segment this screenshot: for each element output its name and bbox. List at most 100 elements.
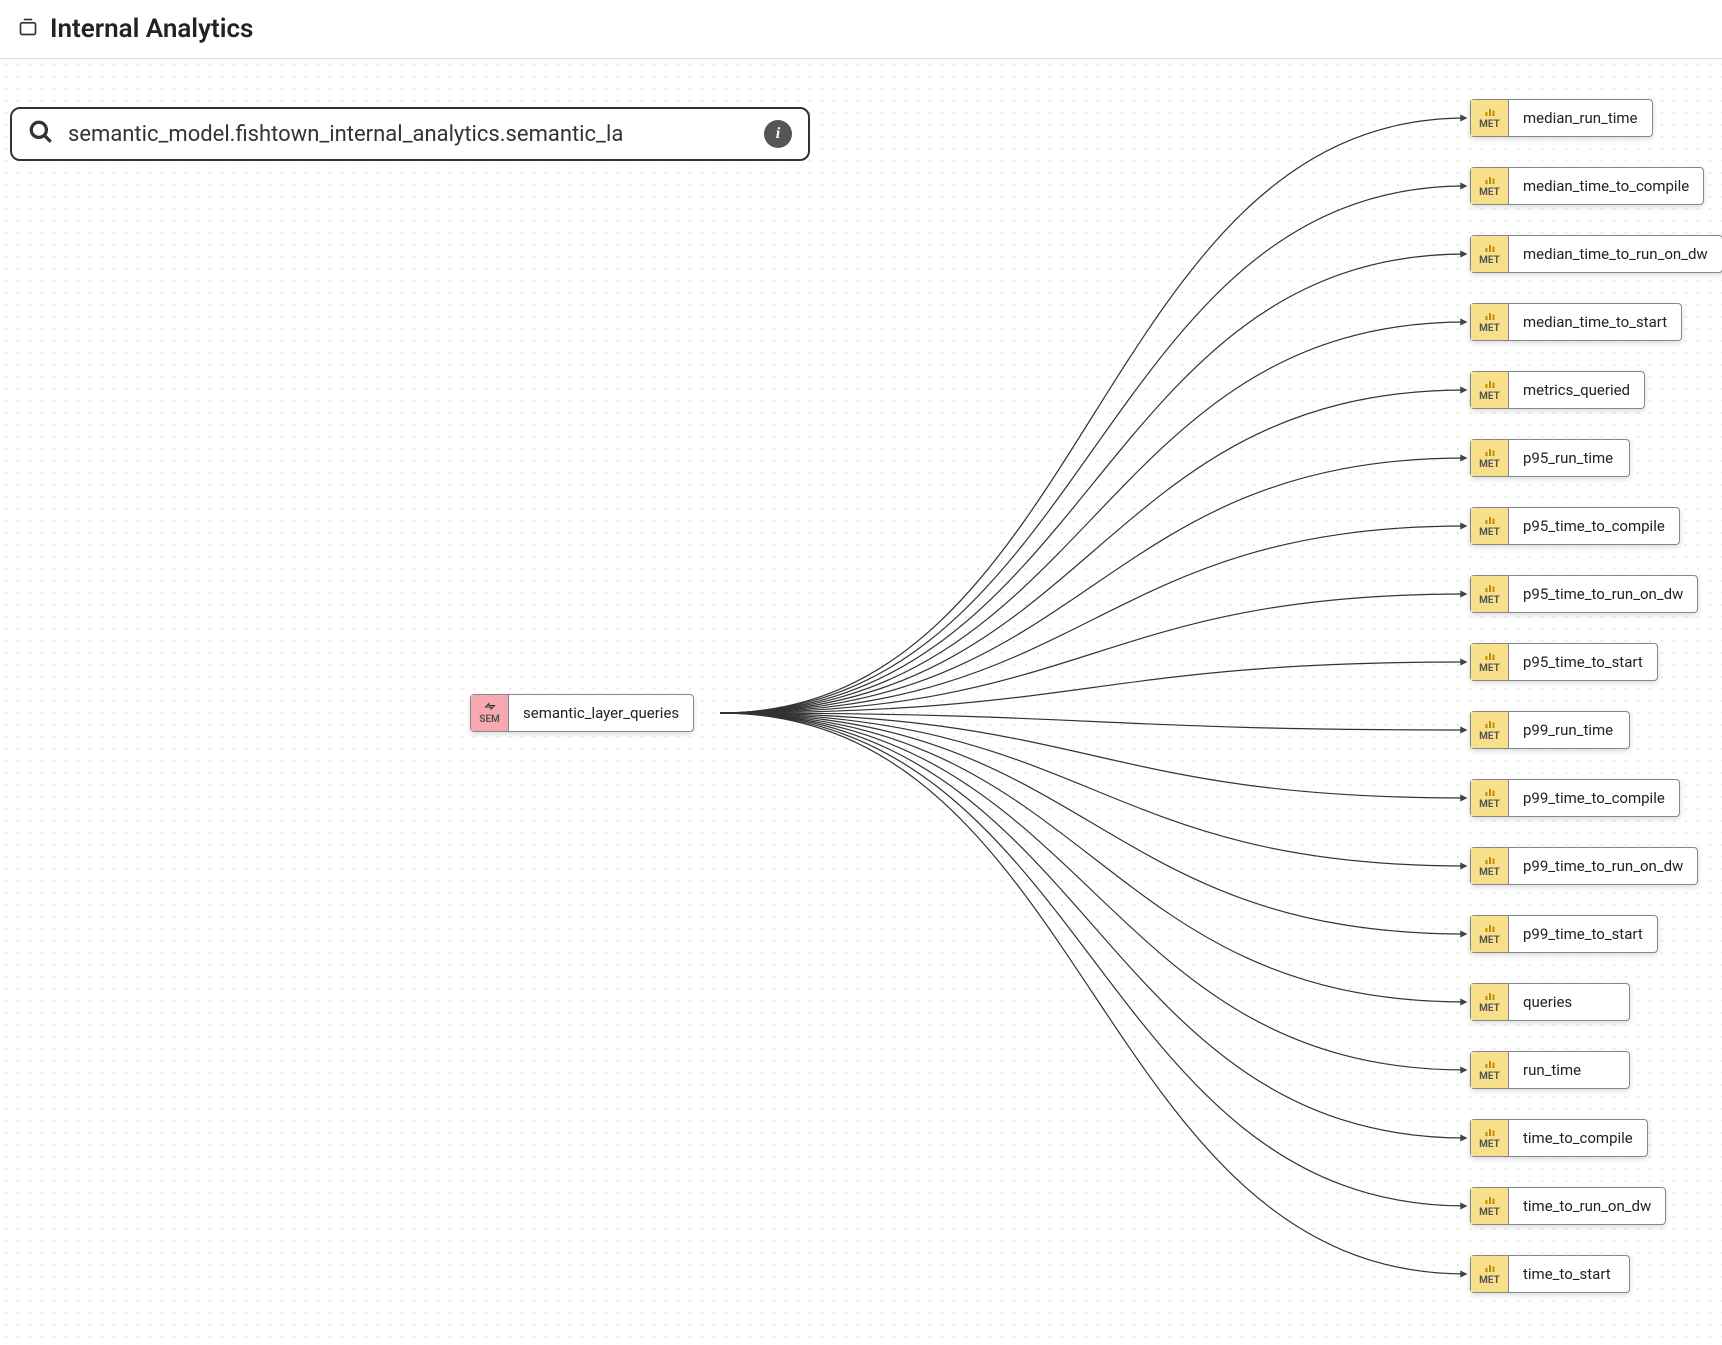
project-icon [18,17,38,41]
node-label: median_time_to_start [1509,304,1681,340]
met-badge: MET [1471,304,1509,340]
edge [720,713,1466,1138]
badge-label: MET [1479,187,1500,198]
node-label: semantic_layer_queries [509,695,693,731]
met-badge: MET [1471,780,1509,816]
node-label: p99_time_to_run_on_dw [1509,848,1697,884]
target-node[interactable]: MET run_time [1470,1051,1630,1089]
target-node[interactable]: MET median_time_to_start [1470,303,1682,341]
node-label: median_time_to_compile [1509,168,1703,204]
info-icon[interactable]: i [764,120,792,148]
badge-label: MET [1479,935,1500,946]
edge [720,390,1466,713]
search-input[interactable] [68,122,750,147]
target-node[interactable]: MET metrics_queried [1470,371,1645,409]
badge-label: MET [1479,119,1500,130]
target-node[interactable]: MET p99_time_to_start [1470,915,1658,953]
edge [720,186,1466,713]
met-badge: MET [1471,644,1509,680]
met-badge: MET [1471,372,1509,408]
edge [720,254,1466,713]
badge-label: MET [1479,731,1500,742]
target-node[interactable]: MET p95_time_to_start [1470,643,1658,681]
node-label: time_to_start [1509,1256,1625,1292]
met-badge: MET [1471,440,1509,476]
badge-label: MET [1479,1071,1500,1082]
badge-label: MET [1479,527,1500,538]
page-title: Internal Analytics [50,14,253,44]
node-label: queries [1509,984,1586,1020]
target-node[interactable]: MET p95_time_to_compile [1470,507,1680,545]
badge-label: MET [1479,391,1500,402]
badge-label: MET [1479,323,1500,334]
target-node[interactable]: MET p99_run_time [1470,711,1630,749]
met-badge: MET [1471,712,1509,748]
edge [720,713,1466,866]
met-badge: MET [1471,508,1509,544]
target-node[interactable]: MET median_time_to_compile [1470,167,1704,205]
badge-label: MET [1479,459,1500,470]
met-badge: MET [1471,236,1509,272]
met-badge: MET [1471,1256,1509,1292]
met-badge: MET [1471,576,1509,612]
target-node[interactable]: MET time_to_compile [1470,1119,1648,1157]
badge-label: MET [1479,595,1500,606]
badge-label: MET [1479,1003,1500,1014]
met-badge: MET [1471,1188,1509,1224]
met-badge: MET [1471,848,1509,884]
target-node[interactable]: MET time_to_run_on_dw [1470,1187,1666,1225]
node-label: p95_time_to_compile [1509,508,1679,544]
target-node[interactable]: MET p99_time_to_compile [1470,779,1680,817]
edge [720,713,1466,1002]
badge-label: MET [1479,1139,1500,1150]
edge [720,713,1466,798]
target-node[interactable]: MET p99_time_to_run_on_dw [1470,847,1698,885]
edge [720,713,1466,730]
badge-label: MET [1479,1207,1500,1218]
target-node[interactable]: MET median_time_to_run_on_dw [1470,235,1722,273]
node-label: p99_time_to_compile [1509,780,1679,816]
met-badge: MET [1471,100,1509,136]
edge [720,713,1466,934]
met-badge: MET [1471,916,1509,952]
badge-label: MET [1479,867,1500,878]
node-label: time_to_compile [1509,1120,1647,1156]
target-node[interactable]: MET time_to_start [1470,1255,1630,1293]
badge-label: SEM [479,714,500,725]
node-label: median_time_to_run_on_dw [1509,236,1722,272]
search-bar[interactable]: i [10,107,810,161]
node-label: time_to_run_on_dw [1509,1188,1665,1224]
node-label: p95_time_to_start [1509,644,1657,680]
node-label: run_time [1509,1052,1595,1088]
edge [720,322,1466,713]
target-node[interactable]: MET p95_run_time [1470,439,1630,477]
edge [720,458,1466,713]
edges-layer [0,59,1722,1345]
node-label: p99_run_time [1509,712,1627,748]
target-node[interactable]: MET queries [1470,983,1630,1021]
edge [720,526,1466,713]
badge-label: MET [1479,799,1500,810]
met-badge: MET [1471,1052,1509,1088]
badge-label: MET [1479,255,1500,266]
node-label: p95_time_to_run_on_dw [1509,576,1697,612]
edge [720,713,1466,1070]
target-node[interactable]: MET median_run_time [1470,99,1653,137]
sem-badge: SEM [471,695,509,731]
badge-label: MET [1479,663,1500,674]
badge-label: MET [1479,1275,1500,1286]
edge [720,662,1466,713]
node-label: p95_run_time [1509,440,1627,476]
page-header: Internal Analytics [0,0,1722,59]
target-node[interactable]: MET p95_time_to_run_on_dw [1470,575,1698,613]
node-label: median_run_time [1509,100,1652,136]
met-badge: MET [1471,1120,1509,1156]
search-icon [28,119,54,149]
edge [720,713,1466,1274]
source-node[interactable]: SEM semantic_layer_queries [470,694,694,732]
node-label: metrics_queried [1509,372,1644,408]
edge [720,118,1466,713]
node-label: p99_time_to_start [1509,916,1657,952]
met-badge: MET [1471,168,1509,204]
lineage-canvas[interactable]: i SEM semantic_layer_queries MET median_run… [0,59,1722,1345]
